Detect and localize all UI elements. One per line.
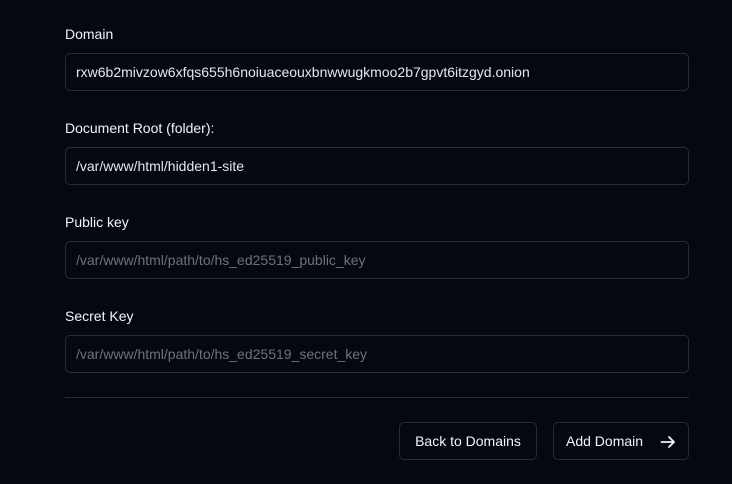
add-domain-page: Domain Document Root (folder): Public ke… xyxy=(0,0,732,484)
domain-input[interactable] xyxy=(65,53,689,91)
public-key-label: Public key xyxy=(65,214,129,230)
arrow-right-icon xyxy=(660,436,675,448)
form-divider xyxy=(65,397,689,398)
add-domain-button[interactable]: Add Domain xyxy=(553,422,689,460)
public-key-input[interactable] xyxy=(65,241,689,279)
back-to-domains-button[interactable]: Back to Domains xyxy=(399,422,537,460)
secret-key-input[interactable] xyxy=(65,335,689,373)
domain-label: Domain xyxy=(65,26,114,42)
add-domain-label: Add Domain xyxy=(566,433,644,449)
back-to-domains-label: Back to Domains xyxy=(415,433,521,449)
document-root-label: Document Root (folder): xyxy=(65,120,215,136)
document-root-input[interactable] xyxy=(65,147,689,185)
secret-key-label: Secret Key xyxy=(65,308,134,324)
